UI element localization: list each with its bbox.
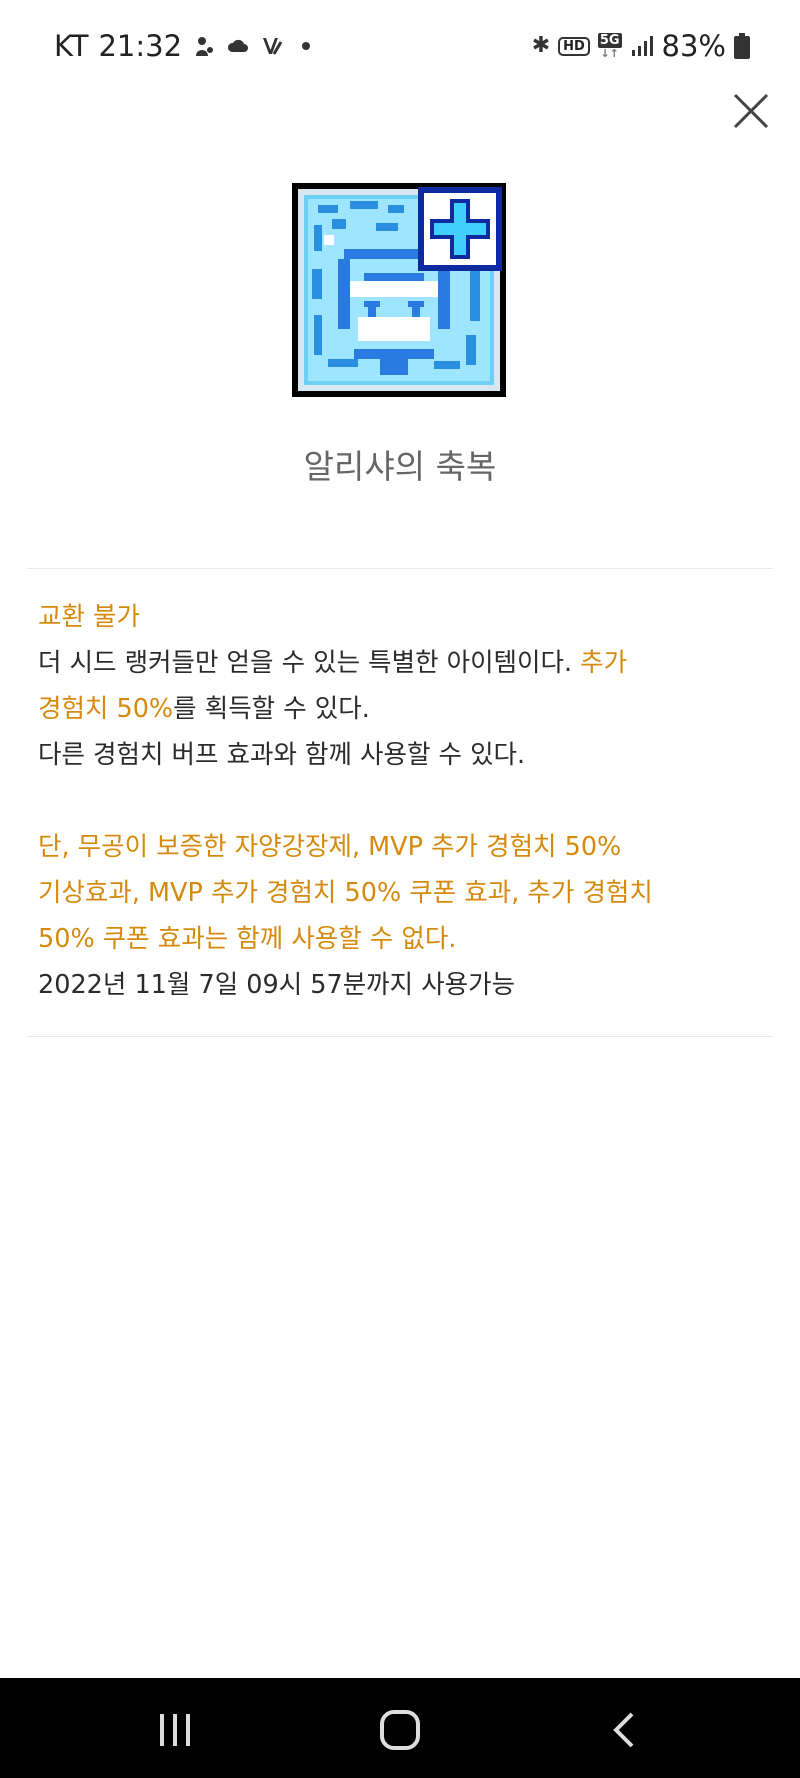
battery-icon bbox=[734, 33, 750, 59]
navigation-bar bbox=[0, 1678, 800, 1778]
notification-icon bbox=[196, 37, 214, 56]
trade-restriction: 교환 불가 bbox=[38, 602, 140, 632]
status-bar: KT 21:32 ✱ HD 5G ↓↑ 83% bbox=[0, 0, 800, 90]
alisha-blessing-icon bbox=[292, 183, 506, 397]
expiration-date: 2022년 11월 7일 09시 57분까지 사용가능 bbox=[38, 970, 516, 1000]
hd-icon: HD bbox=[558, 36, 590, 56]
carrier-label: KT bbox=[54, 29, 89, 63]
5g-icon: 5G ↓↑ bbox=[597, 33, 622, 60]
item-description: 교환 불가 더 시드 랭커들만 얻을 수 있는 특별한 아이템이다. 추가 경험… bbox=[38, 594, 768, 1008]
divider-top bbox=[27, 568, 773, 569]
back-button[interactable] bbox=[600, 1708, 650, 1752]
signal-icon bbox=[631, 36, 653, 56]
v-app-icon bbox=[263, 38, 283, 55]
dot-icon bbox=[302, 42, 311, 50]
network-type-label: 5G bbox=[597, 33, 622, 48]
restriction-line-1: 단, 무공이 보증한 자양강장제, MVP 추가 경험치 50% bbox=[38, 832, 622, 862]
close-button[interactable] bbox=[728, 88, 774, 134]
item-name: 알리샤의 축복 bbox=[303, 447, 497, 486]
close-icon bbox=[733, 93, 769, 129]
divider-bottom bbox=[27, 1036, 773, 1037]
restriction-line-2: 기상효과, MVP 추가 경험치 50% 쿠폰 효과, 추가 경험치 bbox=[38, 878, 653, 908]
desc-text: 더 시드 랭커들만 얻을 수 있는 특별한 아이템이다. bbox=[38, 648, 581, 678]
recent-apps-button[interactable] bbox=[150, 1708, 200, 1752]
bluetooth-icon: ✱ bbox=[531, 33, 551, 58]
desc-text: 를 획득할 수 있다. bbox=[173, 694, 370, 724]
back-icon bbox=[613, 1712, 634, 1748]
home-icon bbox=[380, 1710, 420, 1750]
desc-highlight: 추가 bbox=[580, 648, 628, 678]
recent-apps-icon bbox=[160, 1714, 190, 1746]
clock: 21:32 bbox=[98, 29, 183, 63]
desc-spacer bbox=[38, 778, 768, 824]
desc-line-2: 더 시드 랭커들만 얻을 수 있는 특별한 아이템이다. 추가 bbox=[38, 640, 768, 686]
desc-highlight: 경험치 50% bbox=[38, 694, 174, 724]
desc-line-3: 경험치 50%를 획득할 수 있다. bbox=[38, 686, 768, 732]
desc-line-4: 다른 경험치 버프 효과와 함께 사용할 수 있다. bbox=[38, 740, 526, 770]
cloud-icon bbox=[228, 39, 249, 52]
home-button[interactable] bbox=[375, 1708, 425, 1752]
status-right: ✱ HD 5G ↓↑ 83% bbox=[532, 26, 750, 66]
restriction-line-3: 50% 쿠폰 효과는 함께 사용할 수 없다. bbox=[38, 924, 457, 954]
status-left: KT 21:32 bbox=[54, 26, 318, 66]
battery-percent: 83% bbox=[661, 29, 726, 63]
